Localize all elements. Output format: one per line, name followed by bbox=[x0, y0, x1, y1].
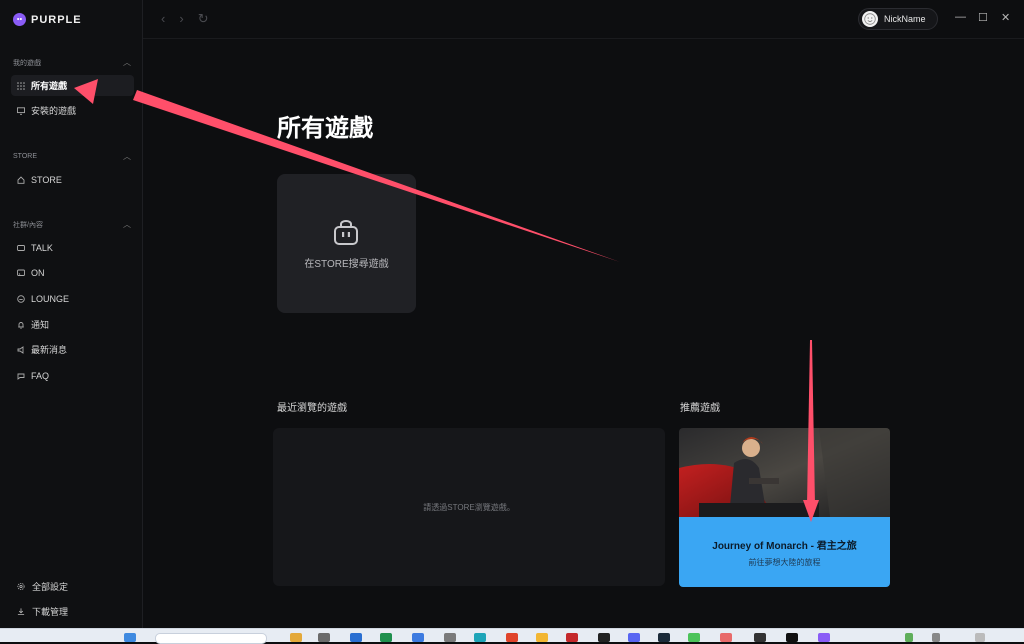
cast-icon bbox=[17, 269, 25, 277]
lounge-icon bbox=[17, 294, 25, 303]
sidebar-item-all-games[interactable]: 所有遊戲 bbox=[11, 75, 134, 96]
recommended-title: Journey of Monarch - 君主之旅 bbox=[712, 541, 857, 552]
maximize-icon[interactable]: ☐ bbox=[978, 11, 988, 24]
chevron-up-icon[interactable]: ︿ bbox=[123, 219, 131, 230]
sidebar-item-lounge[interactable]: LOUNGE bbox=[11, 288, 134, 309]
page-title: 所有遊戲 bbox=[277, 115, 373, 142]
store-bag-icon bbox=[334, 220, 358, 245]
gear-icon bbox=[17, 582, 25, 590]
section-title: 社群/內容 bbox=[13, 221, 43, 229]
section-community-header[interactable]: 社群/內容 ︿ bbox=[13, 219, 131, 230]
close-icon[interactable]: ✕ bbox=[1001, 11, 1010, 24]
monitor-icon bbox=[17, 106, 25, 115]
comment-icon bbox=[17, 372, 25, 380]
username: NickName bbox=[884, 14, 926, 24]
chat-icon bbox=[17, 244, 25, 252]
avatar bbox=[862, 11, 878, 27]
store-search-card[interactable]: 在STORE搜尋遊戲 bbox=[277, 174, 416, 313]
recommended-game-card[interactable]: Journey of Monarch - 君主之旅 前往夢想大陸的旅程 bbox=[679, 428, 890, 587]
taskbar-search-input[interactable] bbox=[155, 633, 267, 644]
browser-nav: ‹ › ↻ bbox=[161, 11, 209, 27]
sidebar-item-on[interactable]: ON bbox=[11, 262, 134, 283]
settings-label: 全部設定 bbox=[32, 581, 69, 592]
brand-name: PURPLE bbox=[31, 13, 82, 26]
back-arrow-icon[interactable]: ‹ bbox=[161, 11, 165, 27]
section-store-header[interactable]: STORE ︿ bbox=[13, 151, 131, 162]
sidebar-item-news[interactable]: 最新消息 bbox=[11, 339, 134, 360]
sidebar-item-label: ON bbox=[31, 267, 45, 278]
sidebar-item-label: 安裝的遊戲 bbox=[31, 106, 77, 116]
user-profile-button[interactable]: NickName bbox=[858, 8, 938, 30]
settings-button[interactable]: 全部設定 bbox=[11, 577, 134, 595]
recent-games-heading: 最近瀏覽的遊戲 bbox=[277, 403, 347, 414]
download-icon bbox=[17, 607, 25, 615]
os-taskbar bbox=[0, 628, 1024, 644]
purple-logo-icon bbox=[13, 13, 26, 26]
sidebar-item-label: LOUNGE bbox=[31, 293, 70, 304]
brand[interactable]: PURPLE bbox=[13, 13, 82, 26]
recent-empty-text: 請透過STORE瀏覽遊戲。 bbox=[423, 503, 515, 512]
app-window: PURPLE 我的遊戲 ︿ 所有遊戲 安裝的遊戲 STORE ︿ STORE 社… bbox=[0, 0, 1024, 628]
sidebar-item-talk[interactable]: TALK bbox=[11, 237, 134, 258]
sidebar-item-label: TALK bbox=[31, 242, 53, 253]
store-card-label: 在STORE搜尋遊戲 bbox=[304, 259, 389, 270]
section-title: 我的遊戲 bbox=[13, 59, 41, 67]
download-manager-button[interactable]: 下載管理 bbox=[11, 602, 134, 620]
megaphone-icon bbox=[17, 345, 25, 354]
top-bar: ‹ › ↻ NickName — ☐ ✕ bbox=[143, 0, 1024, 39]
sidebar: PURPLE 我的遊戲 ︿ 所有遊戲 安裝的遊戲 STORE ︿ STORE 社… bbox=[0, 0, 143, 628]
sidebar-item-label: FAQ bbox=[31, 370, 50, 381]
bell-icon bbox=[17, 321, 25, 329]
sidebar-item-label: STORE bbox=[31, 174, 62, 185]
chevron-up-icon[interactable]: ︿ bbox=[123, 57, 131, 68]
section-my-games-header[interactable]: 我的遊戲 ︿ bbox=[13, 57, 131, 68]
minimize-icon[interactable]: — bbox=[955, 11, 966, 23]
sidebar-item-notifications[interactable]: 通知 bbox=[11, 314, 134, 335]
recent-games-panel: 請透過STORE瀏覽遊戲。 bbox=[273, 428, 665, 586]
sidebar-item-installed-games[interactable]: 安裝的遊戲 bbox=[11, 100, 134, 121]
sidebar-item-label: 所有遊戲 bbox=[31, 81, 68, 91]
grid-icon bbox=[17, 81, 25, 90]
forward-arrow-icon[interactable]: › bbox=[179, 11, 183, 27]
recommended-subtitle: 前往夢想大陸的旅程 bbox=[748, 558, 821, 567]
download-manager-label: 下載管理 bbox=[32, 606, 69, 617]
section-title: STORE bbox=[13, 153, 37, 160]
game-key-art-image bbox=[679, 428, 890, 517]
sidebar-item-faq[interactable]: FAQ bbox=[11, 365, 134, 386]
recommended-info: Journey of Monarch - 君主之旅 前往夢想大陸的旅程 bbox=[679, 517, 890, 587]
chevron-up-icon[interactable]: ︿ bbox=[123, 151, 131, 162]
recommended-games-heading: 推薦遊戲 bbox=[680, 403, 720, 414]
refresh-icon[interactable]: ↻ bbox=[198, 11, 209, 27]
sidebar-item-store[interactable]: STORE bbox=[11, 169, 134, 190]
sidebar-item-label: 最新消息 bbox=[31, 345, 68, 355]
sidebar-item-label: 通知 bbox=[31, 320, 50, 330]
home-icon bbox=[17, 175, 25, 184]
